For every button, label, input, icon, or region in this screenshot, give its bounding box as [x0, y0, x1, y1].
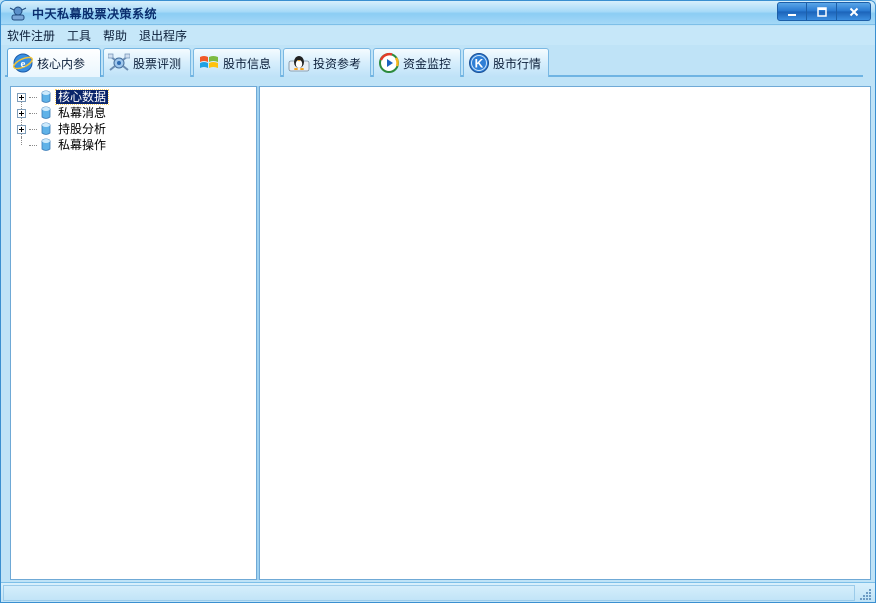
- ie-globe-icon: e: [13, 53, 33, 73]
- penguin-icon: [288, 56, 310, 72]
- menu-help[interactable]: 帮助: [103, 27, 127, 44]
- tab-market-info[interactable]: 股市信息: [193, 48, 281, 77]
- minimize-icon: [788, 13, 796, 16]
- tab-label: 股市行情: [493, 56, 542, 71]
- app-window: 中天私幕股票决策系统 软件注册 工具 帮助 退出程序 e 核心内参 股票评测 股…: [0, 0, 876, 603]
- svg-text:e: e: [21, 58, 26, 70]
- tree-connector: [29, 96, 37, 98]
- tree-node-label: 核心数据: [54, 89, 110, 105]
- menu-bar: 软件注册 工具 帮助 退出程序: [1, 26, 875, 45]
- satellite-icon: [108, 53, 130, 71]
- database-icon: [41, 138, 51, 151]
- tab-market-quotes[interactable]: K 股市行情: [463, 48, 549, 77]
- tab-core-reference[interactable]: e 核心内参: [7, 48, 101, 77]
- tree-view: 核心数据 私幕消息 持股分析 私幕操作: [15, 89, 110, 153]
- tab-label: 股市信息: [223, 56, 272, 71]
- expand-icon[interactable]: [17, 108, 26, 118]
- close-icon: [849, 7, 858, 16]
- resize-grip-icon[interactable]: [860, 588, 872, 600]
- tab-fund-monitor[interactable]: 资金监控: [373, 48, 461, 77]
- tree-node[interactable]: 持股分析: [15, 121, 108, 137]
- menu-exit[interactable]: 退出程序: [139, 27, 187, 44]
- app-icon: [9, 6, 27, 21]
- tab-label: 投资参考: [313, 56, 362, 71]
- maximize-button[interactable]: [807, 2, 837, 21]
- window-title: 中天私幕股票决策系统: [32, 7, 158, 21]
- expand-icon[interactable]: [17, 92, 26, 102]
- close-button[interactable]: [837, 2, 871, 21]
- database-icon: [41, 90, 51, 103]
- tree-panel[interactable]: 核心数据 私幕消息 持股分析 私幕操作: [10, 86, 257, 580]
- status-pane: [3, 585, 855, 601]
- tree-connector: [15, 137, 29, 153]
- tab-bar: e 核心内参 股票评测 股市信息 投资参考 资金监控 K 股市行情: [5, 47, 863, 77]
- title-bar[interactable]: 中天私幕股票决策系统: [1, 1, 875, 25]
- tree-connector: [29, 128, 37, 130]
- window-controls: [777, 2, 871, 21]
- k-letter-icon: K: [469, 53, 489, 73]
- tree-node-label: 私幕操作: [58, 138, 107, 152]
- tab-stock-evaluation[interactable]: 股票评测: [103, 48, 191, 77]
- tree-connector: [29, 112, 37, 114]
- tab-label: 核心内参: [37, 56, 86, 71]
- tab-investment-reference[interactable]: 投资参考: [283, 48, 371, 77]
- svg-text:K: K: [475, 57, 484, 71]
- tree-node[interactable]: 私幕操作: [15, 137, 108, 153]
- status-bar: [1, 582, 875, 602]
- tree-node[interactable]: 私幕消息: [15, 105, 108, 121]
- maximize-icon: [816, 6, 827, 17]
- tree-connector: [29, 144, 37, 146]
- database-icon: [41, 122, 51, 135]
- tree-node-label: 持股分析: [58, 122, 107, 136]
- expand-icon[interactable]: [17, 124, 26, 134]
- minimize-button[interactable]: [777, 2, 807, 21]
- tree-node-label: 私幕消息: [58, 106, 107, 120]
- menu-tools[interactable]: 工具: [67, 27, 91, 44]
- content-panel[interactable]: [259, 86, 871, 580]
- tab-label: 股票评测: [133, 56, 182, 71]
- tab-label: 资金监控: [403, 56, 452, 71]
- windows-flag-icon: [200, 56, 218, 68]
- tree-node[interactable]: 核心数据: [15, 89, 110, 105]
- media-play-icon: [379, 52, 399, 73]
- database-icon: [41, 106, 51, 119]
- menu-register[interactable]: 软件注册: [7, 27, 55, 44]
